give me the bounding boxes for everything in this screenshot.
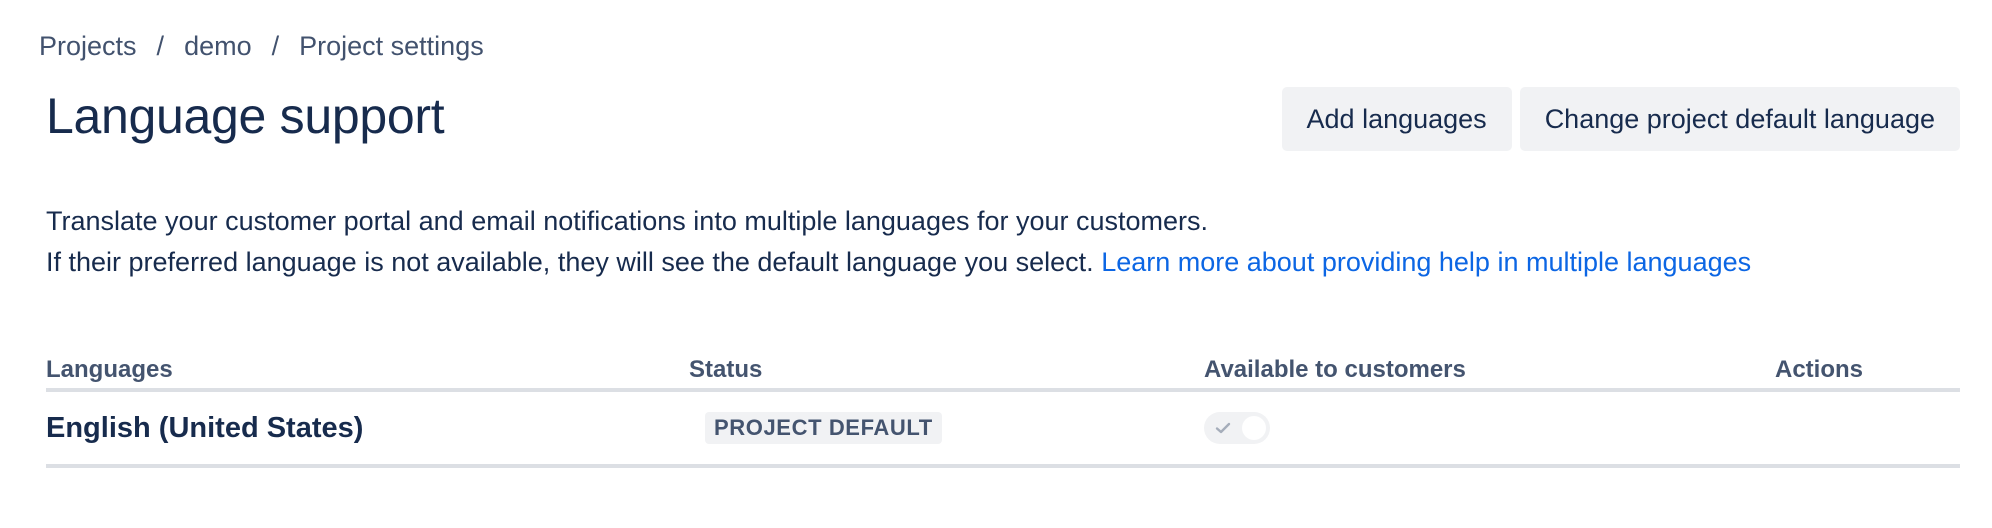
toggle-knob xyxy=(1242,416,1266,440)
status-cell: PROJECT DEFAULT xyxy=(689,412,1204,444)
add-languages-button[interactable]: Add languages xyxy=(1281,87,1512,151)
description-line-1: Translate your customer portal and email… xyxy=(46,206,1209,236)
status-badge: PROJECT DEFAULT xyxy=(705,412,942,444)
breadcrumb-separator: / xyxy=(156,31,165,61)
column-header-languages: Languages xyxy=(46,356,173,383)
available-cell xyxy=(1204,412,1775,444)
language-cell: English (United States) xyxy=(46,412,689,445)
description-line-2: If their preferred language is not avail… xyxy=(46,242,1751,283)
breadcrumb-separator: / xyxy=(271,31,280,61)
page: Projects / demo / Project settings Langu… xyxy=(0,0,1992,528)
description-line-2-text: If their preferred language is not avail… xyxy=(46,247,1094,277)
available-toggle[interactable] xyxy=(1204,412,1270,444)
column-header-actions: Actions xyxy=(1775,356,1864,383)
table-row: English (United States) PROJECT DEFAULT xyxy=(46,392,1960,468)
breadcrumb-demo[interactable]: demo xyxy=(184,28,252,64)
breadcrumb: Projects / demo / Project settings xyxy=(39,28,484,64)
language-name: English (United States) xyxy=(46,411,364,444)
languages-table: Languages Status Available to customers … xyxy=(46,352,1960,468)
page-title: Language support xyxy=(46,88,445,144)
check-icon xyxy=(1215,422,1231,434)
column-header-status: Status xyxy=(689,356,763,383)
description: Translate your customer portal and email… xyxy=(46,201,1751,283)
change-default-language-button[interactable]: Change project default language xyxy=(1519,87,1960,151)
header-actions: Add languages Change project default lan… xyxy=(1281,87,1960,151)
column-header-available: Available to customers xyxy=(1204,356,1466,383)
breadcrumb-projects[interactable]: Projects xyxy=(39,28,137,64)
learn-more-link[interactable]: Learn more about providing help in multi… xyxy=(1101,247,1751,277)
table-header: Languages Status Available to customers … xyxy=(46,352,1960,392)
breadcrumb-project-settings[interactable]: Project settings xyxy=(299,28,484,64)
